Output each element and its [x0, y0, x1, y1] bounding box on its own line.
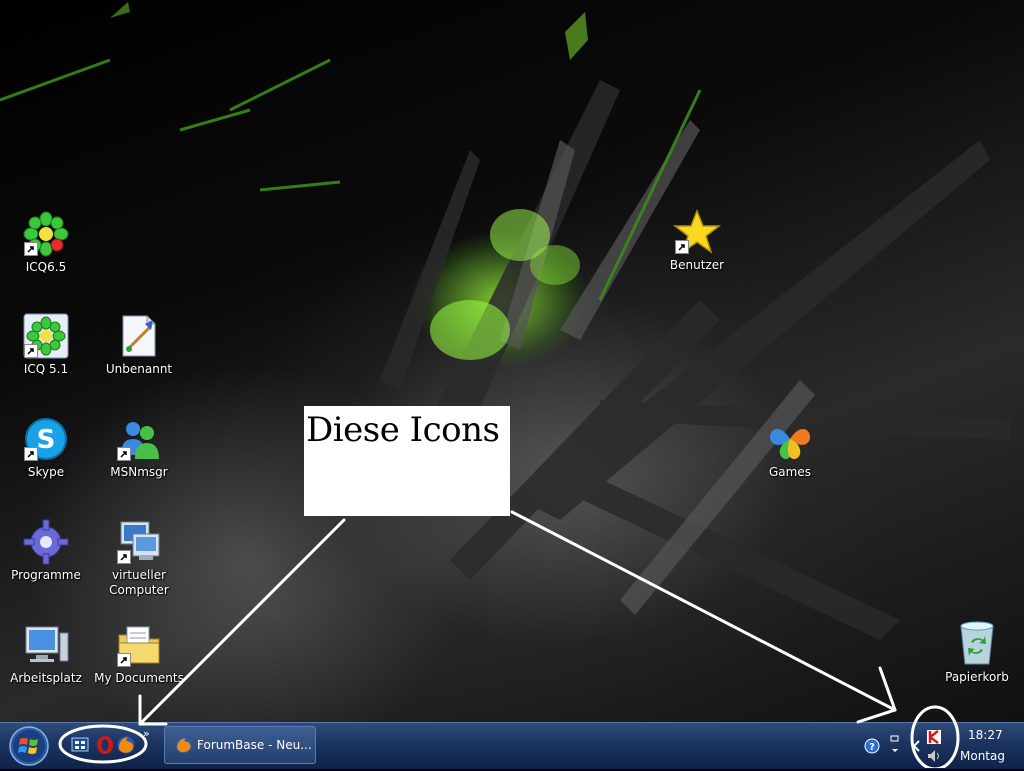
- svg-text:S: S: [37, 425, 56, 455]
- icq-flower-icon: [22, 210, 70, 258]
- desktop[interactable]: ICQ6.5 ICQ 5.1 Unbenannt S Skype MSNmsgr…: [0, 0, 1024, 722]
- desktop-icon-label: Programme: [11, 568, 81, 582]
- desktop-icon-label: virtueller Computer: [109, 568, 169, 597]
- computer-icon: [22, 621, 70, 669]
- svg-text:?: ?: [869, 742, 875, 753]
- desktop-icon-programme[interactable]: Programme: [1, 518, 91, 583]
- start-button[interactable]: [8, 725, 50, 767]
- shortcut-arrow-icon: [117, 653, 131, 667]
- shortcut-arrow-icon: [675, 240, 689, 254]
- taskbar[interactable]: » ForumBase - Neu... ? 18:27 Montag: [0, 722, 1024, 769]
- gear-icon: [22, 518, 70, 566]
- desktop-icon-unbenannt[interactable]: Unbenannt: [94, 312, 184, 377]
- desktop-icon-label: Papierkorb: [945, 670, 1009, 684]
- quick-launch-opera[interactable]: [95, 735, 115, 755]
- virtual-computer-icon: [115, 518, 163, 566]
- desktop-icon-label: Skype: [27, 465, 65, 479]
- quick-launch-show-desktop[interactable]: [70, 735, 90, 755]
- desktop-icon-arbeitsplatz[interactable]: Arbeitsplatz: [1, 621, 91, 686]
- desktop-icon-label: Unbenannt: [105, 362, 173, 376]
- desktop-icon-icq51[interactable]: ICQ 5.1: [1, 312, 91, 377]
- firefox-icon: [117, 736, 135, 754]
- desktop-icon-skype[interactable]: S Skype: [1, 415, 91, 480]
- msn-messenger-icon: [115, 415, 163, 463]
- quick-launch-overflow[interactable]: »: [143, 727, 150, 740]
- desktop-icon-label: My Documents: [94, 671, 184, 685]
- expand-icon[interactable]: [912, 740, 922, 752]
- paint-document-icon: [115, 312, 163, 360]
- desktop-icon-label: ICQ 5.1: [23, 362, 69, 376]
- desktop-icon-label: Arbeitsplatz: [10, 671, 82, 685]
- shortcut-arrow-icon: [24, 344, 38, 358]
- desktop-icon-games[interactable]: Games: [745, 415, 835, 480]
- speaker-icon[interactable]: [926, 748, 942, 764]
- desktop-icon-label: Games: [769, 465, 811, 479]
- clock-time[interactable]: 18:27: [968, 728, 1003, 742]
- show-desktop-icon: [71, 737, 89, 752]
- antivirus-icon[interactable]: [926, 729, 942, 745]
- quick-launch-firefox[interactable]: [116, 735, 136, 755]
- skype-icon: S: [22, 415, 70, 463]
- desktop-icon-icq65[interactable]: ICQ6.5: [1, 210, 91, 275]
- desktop-icon-my-documents[interactable]: My Documents: [94, 621, 184, 686]
- shortcut-arrow-icon: [24, 447, 38, 461]
- monitor-icon[interactable]: [888, 733, 902, 759]
- desktop-icon-virtueller-computer[interactable]: virtueller Computer: [94, 518, 184, 598]
- taskbar-button-label: ForumBase - Neu...: [197, 738, 312, 752]
- help-icon[interactable]: ?: [864, 738, 880, 754]
- desktop-icon-benutzer[interactable]: Benutzer: [652, 208, 742, 273]
- desktop-icon-msnmsgr[interactable]: MSNmsgr: [94, 415, 184, 480]
- desktop-icon-label: ICQ6.5: [25, 260, 67, 274]
- firefox-icon: [176, 737, 192, 753]
- desktop-icon-label: MSNmsgr: [110, 465, 168, 479]
- windows-orb-icon: [9, 726, 49, 766]
- recycle-bin-icon: [953, 620, 1001, 668]
- documents-folder-icon: [115, 621, 163, 669]
- shortcut-arrow-icon: [117, 550, 131, 564]
- icq-flower-icon: [22, 312, 70, 360]
- desktop-icon-label: Benutzer: [669, 258, 725, 272]
- taskbar-button-forumbase[interactable]: ForumBase - Neu...: [164, 726, 316, 764]
- opera-icon: [97, 736, 113, 754]
- annotation-box: Diese Icons: [304, 406, 510, 516]
- shortcut-arrow-icon: [24, 242, 38, 256]
- annotation-text: Diese Icons: [306, 410, 500, 450]
- games-icon: [766, 415, 814, 463]
- clock-day[interactable]: Montag: [960, 749, 1005, 763]
- star-icon: [673, 208, 721, 256]
- shortcut-arrow-icon: [117, 447, 131, 461]
- desktop-icon-papierkorb[interactable]: Papierkorb: [932, 620, 1022, 685]
